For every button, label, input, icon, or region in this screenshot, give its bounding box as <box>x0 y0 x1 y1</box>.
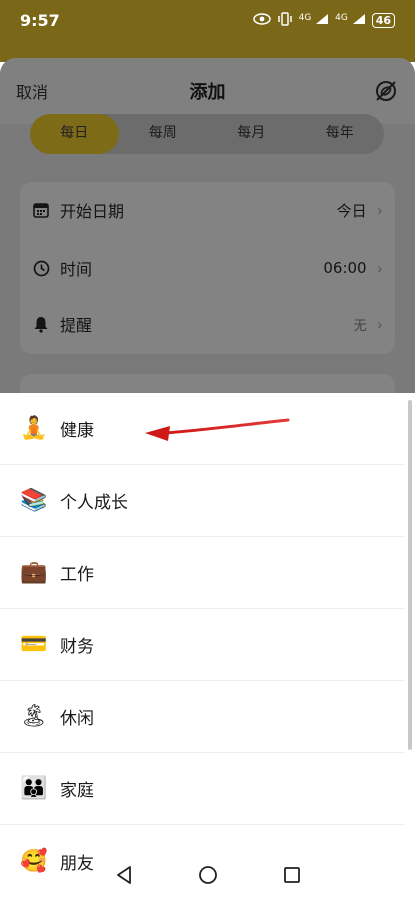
tab-monthly[interactable]: 每月 <box>207 114 296 154</box>
chevron-right-icon: › <box>376 200 383 220</box>
list-item-work[interactable]: 💼 工作 <box>0 537 405 609</box>
list-item-label: 家庭 <box>60 781 94 801</box>
status-time: 9:57 <box>20 10 60 30</box>
time-label: 时间 <box>60 260 93 279</box>
list-item-label: 工作 <box>60 565 94 585</box>
meditation-icon: 🧘 <box>20 416 48 441</box>
family-icon: 👪 <box>20 776 48 801</box>
list-item-label: 个人成长 <box>60 493 128 513</box>
network-label: 4G <box>298 12 312 23</box>
tab-yearly[interactable]: 每年 <box>296 114 385 154</box>
credit-card-icon: 💳 <box>20 632 48 657</box>
back-icon[interactable] <box>112 863 136 887</box>
chevron-right-icon: › <box>376 314 383 334</box>
page-title: 添加 <box>189 82 226 103</box>
start-date-value: 今日 <box>336 201 367 220</box>
time-value: 06:00 <box>323 259 367 277</box>
start-date-row[interactable]: 开始日期 今日 › <box>20 182 395 238</box>
network-label-2: 4G <box>335 12 348 23</box>
bell-icon <box>32 315 50 333</box>
list-item-label: 休闲 <box>60 709 94 729</box>
navigation-bar <box>0 850 415 900</box>
frequency-tabs: 每日 每周 每月 每年 <box>30 114 384 154</box>
tab-daily[interactable]: 每日 <box>30 114 119 154</box>
status-icons: 4G 4G 46 <box>252 11 395 29</box>
list-item-label: 健康 <box>60 421 94 441</box>
time-row[interactable]: 时间 06:00 › <box>20 240 395 296</box>
list-item-personal-growth[interactable]: 📚 个人成长 <box>0 465 405 537</box>
list-item-label: 财务 <box>60 637 94 657</box>
beach-icon: 🏝 <box>20 704 48 729</box>
list-item-health[interactable]: 🧘 健康 <box>0 393 405 465</box>
eye-icon <box>252 12 271 28</box>
tab-weekly[interactable]: 每周 <box>119 114 208 154</box>
category-list: 🧘 健康 📚 个人成长 💼 工作 💳 财务 🏝 休闲 👪 家庭 🥰 朋友 <box>0 393 415 900</box>
battery-icon: 46 <box>371 12 395 28</box>
briefcase-icon: 💼 <box>20 560 48 585</box>
reminder-value: 无 <box>353 318 367 334</box>
cancel-button[interactable]: 取消 <box>16 79 48 103</box>
chevron-right-icon: › <box>376 258 383 278</box>
home-icon[interactable] <box>196 863 220 887</box>
reminder-label: 提醒 <box>60 316 93 335</box>
signal-icon-2: 4G <box>335 13 366 28</box>
reminder-row[interactable]: 提醒 无 › <box>20 296 395 352</box>
list-item-family[interactable]: 👪 家庭 <box>0 753 405 825</box>
signal-icon: 4G <box>299 13 330 28</box>
clock-icon <box>32 259 50 277</box>
books-icon: 📚 <box>20 488 48 513</box>
calendar-icon <box>32 201 50 219</box>
start-date-label: 开始日期 <box>60 202 125 221</box>
list-item-finance[interactable]: 💳 财务 <box>0 609 405 681</box>
vibrate-icon <box>277 11 293 29</box>
recents-icon[interactable] <box>280 863 304 887</box>
settings-card: 开始日期 今日 › 时间 06:00 › 提醒 无 › <box>20 182 395 354</box>
status-bar: 9:57 4G 4G 46 <box>0 0 415 40</box>
eye-off-icon[interactable] <box>373 78 399 104</box>
scrollbar[interactable] <box>408 400 412 750</box>
add-sheet: 取消 添加 每日 每周 每月 每年 开始日期 今日 › 时间 06:00 › 提… <box>0 58 415 398</box>
list-item-leisure[interactable]: 🏝 休闲 <box>0 681 405 753</box>
